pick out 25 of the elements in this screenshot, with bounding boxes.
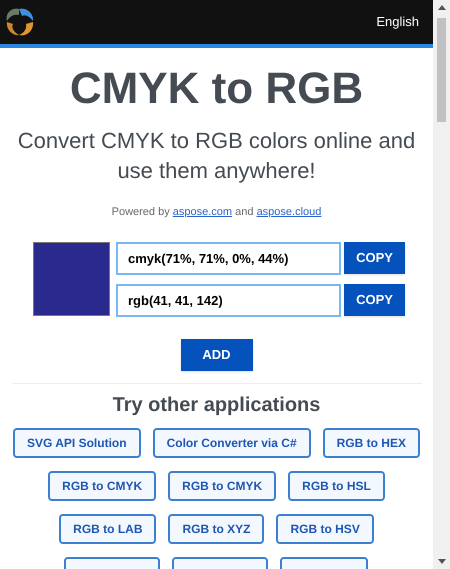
app-button[interactable]: RGB to HEX — [322, 428, 420, 458]
app-button[interactable]: RGB to XYZ — [168, 514, 264, 544]
language-link[interactable]: English — [376, 12, 419, 32]
powered-by-text: Powered by aspose.com and aspose.cloud — [112, 205, 322, 220]
scroll-up-icon[interactable] — [438, 5, 446, 10]
app-button[interactable]: RGB to CMYK — [48, 470, 156, 500]
page-title: CMYK to RGB — [70, 63, 364, 115]
app-button[interactable]: RGB to LAB — [59, 514, 156, 544]
aspose-com-link[interactable]: aspose.com — [172, 206, 232, 218]
page-subtitle: Convert CMYK to RGB colors online and use them anywhere! — [16, 127, 416, 185]
scrollbar[interactable] — [433, 0, 450, 569]
aspose-cloud-link[interactable]: aspose.cloud — [256, 206, 322, 218]
scroll-thumb[interactable] — [437, 18, 446, 122]
app-button[interactable]: RGB to HSV — [276, 514, 374, 544]
app-button[interactable]: RGB to CMYK — [168, 470, 276, 500]
section-heading: Try other applications — [112, 392, 320, 418]
color-value-field[interactable]: rgb(41, 41, 142) — [116, 284, 341, 316]
add-button[interactable]: ADD — [180, 338, 252, 370]
copy-button[interactable]: COPY — [344, 284, 405, 316]
app-button[interactable]: RGB to HSL — [288, 470, 385, 500]
app-button[interactable]: SVG API Solution — [13, 428, 141, 458]
color-value-field[interactable]: cmyk(71%, 71%, 0%, 44%) — [116, 242, 341, 274]
scroll-down-icon[interactable] — [438, 559, 446, 564]
copy-button[interactable]: COPY — [344, 242, 405, 274]
app-button[interactable]: Color Converter via C# — [152, 428, 311, 458]
